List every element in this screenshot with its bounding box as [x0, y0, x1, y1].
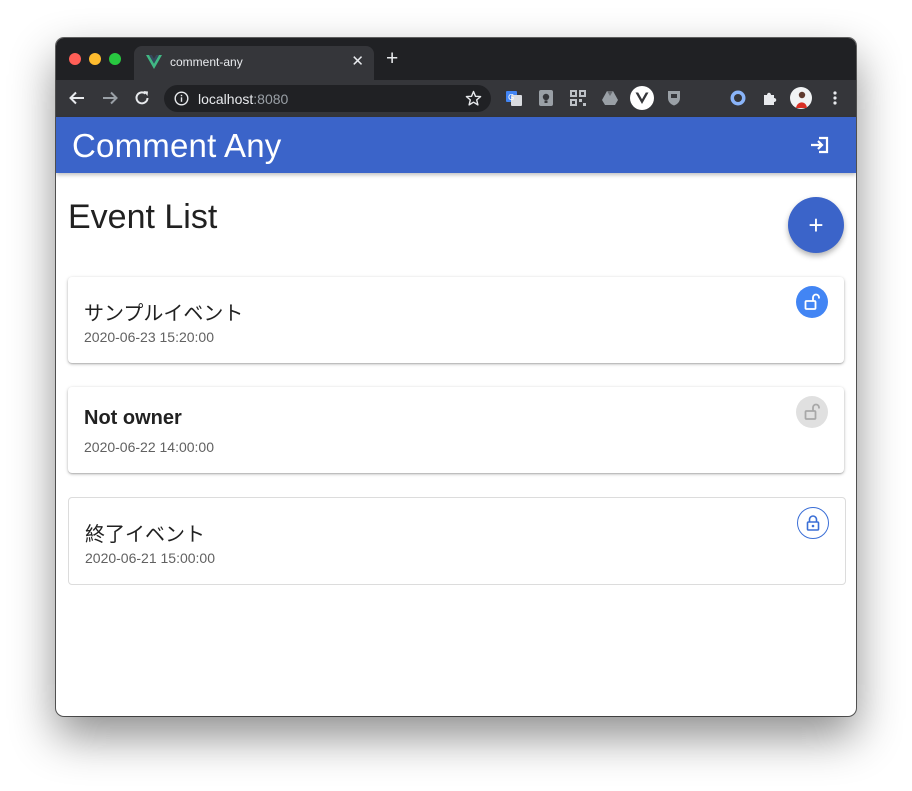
tab-title: comment-any: [170, 55, 243, 69]
event-date: 2020-06-23 15:20:00: [84, 329, 214, 345]
event-title: Not owner: [84, 407, 182, 429]
lock-open-icon: [804, 403, 820, 420]
browser-tab[interactable]: comment-any ✕: [134, 46, 374, 80]
lock-toggle-button: [796, 396, 828, 428]
address-bar[interactable]: localhost:8080: [164, 85, 491, 112]
event-card[interactable]: サンプルイベント 2020-06-23 15:20:00: [68, 277, 844, 363]
url-text: localhost:8080: [198, 91, 288, 107]
add-event-button[interactable]: +: [788, 197, 844, 253]
url-port: :8080: [253, 91, 289, 107]
info-icon[interactable]: [174, 91, 189, 106]
app-title: Comment Any: [72, 127, 282, 164]
translate-extension-icon[interactable]: G: [505, 89, 523, 107]
forward-arrow-icon[interactable]: [100, 88, 120, 108]
svg-text:G: G: [508, 93, 514, 102]
page-title: Event List: [68, 198, 218, 236]
browser-window: comment-any ✕ + localhost:8080 G Comment…: [56, 38, 856, 716]
event-title: 終了イベント: [85, 524, 205, 546]
back-arrow-icon[interactable]: [67, 88, 87, 108]
app-bar: Comment Any: [56, 117, 856, 173]
lock-toggle-button[interactable]: [797, 507, 829, 539]
qr-code-extension-icon[interactable]: [569, 89, 587, 107]
browser-toolbar: localhost:8080 G: [56, 80, 856, 117]
main-content: Event List + サンプルイベント 2020-06-23 15:20:0…: [56, 173, 856, 716]
reload-icon[interactable]: [132, 88, 152, 108]
close-window-button[interactable]: [69, 53, 81, 65]
url-host: localhost: [198, 91, 254, 107]
lock-toggle-button[interactable]: [796, 286, 828, 318]
vue-devtools-extension-icon[interactable]: [630, 86, 654, 110]
maximize-window-button[interactable]: [109, 53, 121, 65]
browser-menu-icon[interactable]: [826, 89, 844, 107]
tab-close-icon[interactable]: ✕: [351, 52, 364, 70]
extensions-puzzle-icon[interactable]: [761, 89, 779, 107]
vue-logo-icon: [146, 55, 162, 69]
event-card[interactable]: 終了イベント 2020-06-21 15:00:00: [68, 497, 846, 585]
event-card[interactable]: Not owner 2020-06-22 14:00:00: [68, 387, 844, 473]
ring-extension-icon[interactable]: [729, 89, 747, 107]
tab-strip: comment-any ✕ +: [56, 38, 856, 80]
bookmark-star-icon[interactable]: [465, 90, 482, 107]
event-date: 2020-06-21 15:00:00: [85, 550, 215, 566]
event-date: 2020-06-22 14:00:00: [84, 439, 214, 455]
shield-extension-icon[interactable]: [665, 89, 683, 107]
profile-avatar[interactable]: [790, 87, 812, 109]
event-title: サンプルイベント: [84, 303, 244, 325]
new-tab-button[interactable]: +: [386, 48, 398, 69]
minimize-window-button[interactable]: [89, 53, 101, 65]
lock-open-icon: [804, 293, 820, 310]
lock-closed-icon: [806, 515, 820, 531]
keep-extension-icon[interactable]: [537, 89, 555, 107]
drive-extension-icon[interactable]: [601, 89, 619, 107]
login-icon[interactable]: [808, 133, 832, 157]
